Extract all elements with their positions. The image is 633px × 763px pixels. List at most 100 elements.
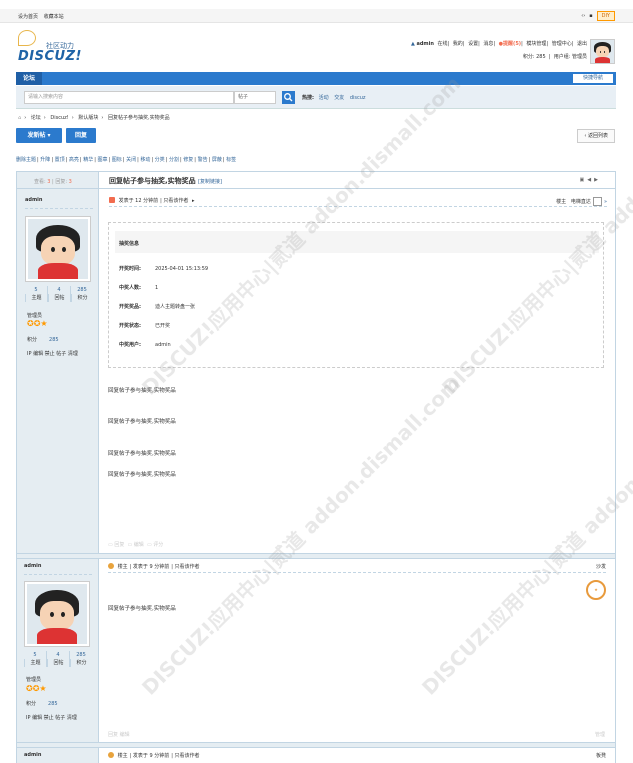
stat-credits[interactable]: 285 积分 xyxy=(70,286,93,302)
diy-button[interactable]: DIY xyxy=(596,11,615,21)
jump-label: 电梯直达 xyxy=(570,199,591,205)
thread-title: 回复帖子参与抽奖,实物奖品 [复制链接] xyxy=(109,177,223,185)
next-thread-icon[interactable]: ▶ xyxy=(594,177,601,183)
admin-ops[interactable]: IP 编辑 禁止 帖子 清理 xyxy=(27,350,78,357)
stat-threads[interactable]: 5 主题 xyxy=(25,286,47,302)
online-status: 在线 xyxy=(437,41,448,47)
author-icon xyxy=(109,197,115,203)
search-type-select[interactable]: 帖子 xyxy=(234,91,276,104)
mod-action[interactable]: 屏蔽 xyxy=(212,157,222,163)
post-author[interactable]: admin xyxy=(24,563,41,569)
author-stats: 5 主题 4 回帖 285 积分 xyxy=(24,651,92,667)
lottery-row: 开奖奖品: 迪人主题转盘一张 xyxy=(119,304,196,310)
menu-modules[interactable]: 模块管理 xyxy=(526,41,546,47)
hot-item[interactable]: discuz xyxy=(350,95,366,101)
reply-button[interactable]: 回复 xyxy=(66,128,96,143)
mod-action[interactable]: 置顶 xyxy=(55,157,65,163)
replies-count: 3 xyxy=(68,179,72,185)
main-nav: 论坛 快捷导航 xyxy=(16,72,616,85)
user-group[interactable]: 管理员 xyxy=(26,676,41,683)
set-home-link[interactable]: 设为首页 xyxy=(18,14,38,20)
mod-action[interactable]: 升降 xyxy=(40,157,50,163)
post-body-line: 回复帖子参与抽奖,实物奖品 xyxy=(108,472,176,478)
manage-link[interactable]: 管理 xyxy=(595,732,605,738)
go-icon[interactable]: » xyxy=(604,199,607,205)
post-body-line: 回复帖子参与抽奖,实物奖品 xyxy=(108,419,176,425)
menu-notify[interactable]: 提醒(5) xyxy=(503,41,521,47)
breadcrumb-item[interactable]: Discuz! xyxy=(50,115,68,121)
mod-action[interactable]: 分割 xyxy=(169,157,179,163)
lottery-row: 开奖状态: 已开奖 xyxy=(119,323,171,329)
mod-action[interactable]: 标签 xyxy=(226,157,236,163)
menu-logout[interactable]: 退出 xyxy=(577,41,587,47)
post-author[interactable]: admin xyxy=(25,197,42,203)
mod-action[interactable]: 精华 xyxy=(83,157,93,163)
only-author-link[interactable]: 只看该作者 xyxy=(175,753,200,759)
copy-link[interactable]: [复制链接] xyxy=(198,179,222,185)
stat-threads[interactable]: 5 主题 xyxy=(24,651,46,667)
post-author[interactable]: admin xyxy=(24,752,41,758)
mod-action[interactable]: 高亮 xyxy=(69,157,79,163)
menu-messages[interactable]: 消息 xyxy=(483,41,493,47)
top-links: 设为首页 收藏本站 xyxy=(18,13,68,20)
floor-label: 楼主 xyxy=(556,199,567,205)
menu-admin[interactable]: 管理中心 xyxy=(552,41,572,47)
bookmark-link[interactable]: 收藏本站 xyxy=(44,14,64,20)
author-icon xyxy=(108,752,114,758)
usergroup-link[interactable]: 用户组: 管理员 xyxy=(554,54,587,60)
mobile-icon[interactable]: ▪ xyxy=(589,13,592,19)
mod-action[interactable]: 图标 xyxy=(112,157,122,163)
mod-action[interactable]: 警告 xyxy=(198,157,208,163)
points-link[interactable]: 积分: 285 xyxy=(523,54,546,60)
home-icon[interactable]: ⌂ xyxy=(18,115,21,121)
post-time: 发表于 9 分钟前 xyxy=(132,753,170,759)
breadcrumb-item[interactable]: 论坛 xyxy=(31,115,41,121)
search-button[interactable] xyxy=(282,91,295,104)
mod-action[interactable]: 关闭 xyxy=(126,157,136,163)
author-stats: 5 主题 4 回帖 285 积分 xyxy=(25,286,93,302)
user-icon: ▲ xyxy=(411,41,415,47)
author-avatar[interactable] xyxy=(25,216,91,282)
search-input[interactable]: 请输入搜索内容 xyxy=(24,91,234,104)
hot-item[interactable]: 交友 xyxy=(334,95,344,101)
lottery-row: 开奖时间: 2025-04-01 15:13:59 xyxy=(119,266,209,272)
header-avatar[interactable] xyxy=(590,39,615,64)
mod-action[interactable]: 分类 xyxy=(155,157,165,163)
arrow-right-icon[interactable]: ▸ xyxy=(192,198,195,204)
only-author-link[interactable]: 只看该作者 xyxy=(163,198,188,204)
reply-edit-links[interactable]: 回复 编辑 xyxy=(108,732,130,738)
mod-action[interactable]: 修复 xyxy=(183,157,193,163)
stat-credits[interactable]: 285 积分 xyxy=(69,651,92,667)
post-time: 发表于 12 分钟前 xyxy=(118,198,159,204)
back-to-list-button[interactable]: ‹ 返回列表 xyxy=(577,129,615,143)
mod-action[interactable]: 移动 xyxy=(140,157,150,163)
user-panel: ▲ admin 在线| 我的| 设置| 消息| ●提醒(5)| 模块管理| 管理… xyxy=(411,41,587,60)
site-logo[interactable]: 社区动力 DISCUZ! xyxy=(16,30,86,64)
quick-nav-button[interactable]: 快捷导航 xyxy=(572,74,613,83)
mod-action[interactable]: 删除主题 xyxy=(16,157,36,163)
thread-stats: 查看: 3 | 回复: 3 xyxy=(34,179,72,185)
username-link[interactable]: admin xyxy=(416,41,433,47)
admin-ops[interactable]: IP 编辑 禁止 帖子 清理 xyxy=(26,714,77,721)
nav-tab-forum[interactable]: 论坛 xyxy=(16,72,43,85)
jump-input[interactable] xyxy=(592,197,602,206)
stat-replies[interactable]: 4 回帖 xyxy=(46,651,69,667)
post-foot-actions[interactable]: ▭ 回复 ▭ 编辑 ▭ 评分 xyxy=(108,541,608,548)
new-post-button[interactable]: 发新帖 ▾ xyxy=(16,128,62,143)
post-foot-actions: 回复 编辑 xyxy=(108,731,608,738)
post-separator xyxy=(17,553,615,559)
user-group[interactable]: 管理员 xyxy=(27,312,42,319)
breadcrumb-item[interactable]: 回复帖子参与抽奖,实物奖品 xyxy=(108,115,170,121)
stat-replies[interactable]: 4 回帖 xyxy=(47,286,70,302)
author-avatar[interactable] xyxy=(24,581,90,647)
menu-settings[interactable]: 设置 xyxy=(468,41,478,47)
only-author-link[interactable]: 只看该作者 xyxy=(175,564,200,570)
rank-stars-icon: ✪✪★ xyxy=(27,319,48,328)
credit-row: 积分 285 xyxy=(26,701,58,707)
menu-my[interactable]: 我的 xyxy=(453,41,463,47)
breadcrumb-item[interactable]: 默认版块 xyxy=(78,115,98,121)
mod-action[interactable]: 图章 xyxy=(97,157,107,163)
moderation-bar: 删除主题| 升降| 置顶| 高亮| 精华| 图章| 图标| 关闭| 移动| 分类… xyxy=(16,157,237,163)
code-icon[interactable]: ‹› xyxy=(581,13,585,19)
hot-item[interactable]: 活动 xyxy=(319,95,329,101)
